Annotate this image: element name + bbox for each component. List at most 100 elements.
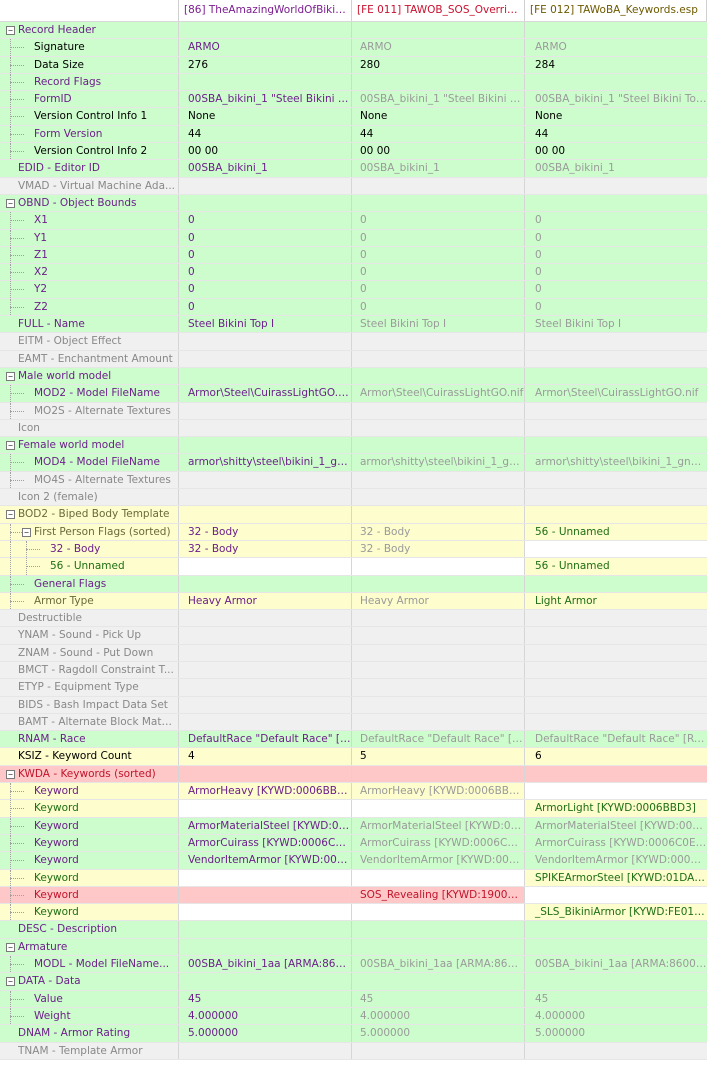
plugin-3-value-cell[interactable]: armor\shitty\steel\bikini_1_gnd....: [525, 454, 707, 471]
plugin-2-value-cell[interactable]: 5: [352, 748, 525, 765]
plugin-1-value-cell[interactable]: [179, 350, 352, 367]
column-header-plugin-1[interactable]: [86] TheAmazingWorldOfBikiniAr...: [179, 0, 352, 21]
plugin-3-value-cell[interactable]: [525, 765, 707, 783]
plugin-2-value-cell[interactable]: [352, 177, 525, 194]
field-name-cell[interactable]: EITM - Object Effect: [0, 333, 179, 350]
record-row[interactable]: EITM - Object Effect: [0, 333, 707, 351]
plugin-2-value-cell[interactable]: 00SBA_bikini_1: [352, 160, 525, 177]
plugin-2-value-cell[interactable]: 45: [352, 990, 525, 1007]
plugin-3-value-cell[interactable]: ARMO: [525, 39, 707, 56]
field-name-cell[interactable]: MO4S - Alternate Textures: [0, 471, 179, 489]
record-row[interactable]: Icon: [0, 419, 707, 438]
field-name-cell[interactable]: Keyword: [0, 834, 179, 852]
plugin-2-value-cell[interactable]: Armor\Steel\CuirassLightGO.nif: [352, 385, 525, 402]
plugin-1-value-cell[interactable]: [179, 886, 352, 904]
plugin-1-value-cell[interactable]: [179, 575, 352, 592]
plugin-3-value-cell[interactable]: 00SBA_bikini_1aa [ARMA:86003E...: [525, 956, 707, 973]
plugin-3-value-cell[interactable]: [525, 367, 707, 385]
record-row[interactable]: − Armature: [0, 938, 707, 957]
plugin-1-value-cell[interactable]: DefaultRace "Default Race" [RAC...: [179, 731, 352, 748]
plugin-2-value-cell[interactable]: [352, 558, 525, 575]
record-row[interactable]: Icon 2 (female): [0, 489, 707, 507]
plugin-1-value-cell[interactable]: [179, 679, 352, 696]
record-row[interactable]: − Female world model: [0, 437, 707, 455]
plugin-2-value-cell[interactable]: 00 00: [352, 143, 525, 160]
plugin-1-value-cell[interactable]: 32 - Body: [179, 523, 352, 540]
record-row[interactable]: − First Person Flags (sorted) 32 - Body 32 …: [0, 523, 707, 541]
plugin-2-value-cell[interactable]: SOS_Revealing [KYWD:190012DB]: [352, 886, 525, 904]
record-row[interactable]: DESC - Description: [0, 921, 707, 939]
record-row[interactable]: X1 0 0 0: [0, 212, 707, 230]
plugin-1-value-cell[interactable]: [179, 333, 352, 350]
plugin-1-value-cell[interactable]: [179, 696, 352, 713]
record-row[interactable]: Signature ARMO ARMO ARMO: [0, 39, 707, 57]
field-name-cell[interactable]: − First Person Flags (sorted): [0, 523, 179, 540]
field-name-cell[interactable]: − OBND - Object Bounds: [0, 194, 179, 212]
plugin-2-value-cell[interactable]: [352, 402, 525, 419]
plugin-2-value-cell[interactable]: [352, 938, 525, 956]
plugin-3-value-cell[interactable]: [525, 575, 707, 592]
field-name-cell[interactable]: Destructible: [0, 610, 179, 627]
plugin-2-value-cell[interactable]: 280: [352, 56, 525, 73]
field-name-cell[interactable]: BIDS - Bash Impact Data Set: [0, 696, 179, 713]
record-row[interactable]: ETYP - Equipment Type: [0, 679, 707, 697]
field-name-cell[interactable]: Weight: [0, 1007, 179, 1025]
plugin-3-value-cell[interactable]: 0: [525, 212, 707, 229]
record-row[interactable]: MO4S - Alternate Textures: [0, 471, 707, 490]
plugin-1-value-cell[interactable]: Steel Bikini Top I: [179, 316, 352, 333]
plugin-2-value-cell[interactable]: [352, 644, 525, 661]
plugin-2-value-cell[interactable]: 32 - Body: [352, 523, 525, 540]
record-row[interactable]: BMCT - Ragdoll Constraint T...: [0, 661, 707, 680]
field-name-cell[interactable]: − KWDA - Keywords (sorted): [0, 765, 179, 783]
plugin-2-value-cell[interactable]: [352, 575, 525, 592]
plugin-1-value-cell[interactable]: ArmorHeavy [KYWD:0006BBD2]: [179, 783, 352, 800]
plugin-1-value-cell[interactable]: [179, 22, 352, 39]
plugin-1-value-cell[interactable]: [179, 973, 352, 990]
plugin-2-value-cell[interactable]: [352, 661, 525, 679]
plugin-3-value-cell[interactable]: 284: [525, 56, 707, 73]
plugin-2-value-cell[interactable]: 5.000000: [352, 1025, 525, 1042]
plugin-2-value-cell[interactable]: [352, 22, 525, 39]
plugin-1-value-cell[interactable]: [179, 661, 352, 679]
plugin-1-value-cell[interactable]: [179, 627, 352, 644]
plugin-1-value-cell[interactable]: [179, 938, 352, 956]
plugin-3-value-cell[interactable]: _SLS_BikiniArmor [KYWD:FE0128...: [525, 904, 707, 921]
plugin-3-value-cell[interactable]: 6: [525, 748, 707, 765]
plugin-2-value-cell[interactable]: 0: [352, 246, 525, 264]
record-row[interactable]: − Record Header: [0, 22, 707, 40]
record-row[interactable]: Z2 0 0 0: [0, 298, 707, 317]
record-row[interactable]: MODL - Model FileName... 00SBA_bikini_1aa…: [0, 956, 707, 974]
plugin-1-value-cell[interactable]: 0: [179, 246, 352, 264]
field-name-cell[interactable]: RNAM - Race: [0, 731, 179, 748]
field-name-cell[interactable]: Value: [0, 990, 179, 1007]
collapse-toggle-icon[interactable]: −: [6, 977, 15, 987]
plugin-1-value-cell[interactable]: 0: [179, 264, 352, 281]
record-row[interactable]: − KWDA - Keywords (sorted): [0, 765, 707, 784]
column-header-plugin-3[interactable]: [FE 012] TAWoBA_Keywords.esp: [525, 0, 707, 21]
field-name-cell[interactable]: Keyword: [0, 869, 179, 886]
plugin-3-value-cell[interactable]: [525, 696, 707, 713]
plugin-2-value-cell[interactable]: [352, 904, 525, 921]
plugin-3-value-cell[interactable]: 0: [525, 281, 707, 298]
plugin-3-value-cell[interactable]: [525, 921, 707, 938]
plugin-2-value-cell[interactable]: [352, 627, 525, 644]
collapse-toggle-icon[interactable]: −: [6, 441, 15, 451]
record-row[interactable]: VMAD - Virtual Machine Ada...: [0, 177, 707, 195]
record-row[interactable]: − Male world model: [0, 367, 707, 386]
plugin-1-value-cell[interactable]: None: [179, 108, 352, 125]
collapse-toggle-icon[interactable]: −: [6, 371, 15, 381]
plugin-2-value-cell[interactable]: 0: [352, 212, 525, 229]
plugin-2-value-cell[interactable]: 4.000000: [352, 1007, 525, 1025]
plugin-2-value-cell[interactable]: DefaultRace "Default Race" [RAC...: [352, 731, 525, 748]
plugin-1-value-cell[interactable]: [179, 73, 352, 91]
plugin-1-value-cell[interactable]: [179, 800, 352, 817]
record-row[interactable]: MOD2 - Model FileName Armor\Steel\Cuirass…: [0, 385, 707, 403]
plugin-2-value-cell[interactable]: 32 - Body: [352, 540, 525, 558]
record-row[interactable]: Keyword ArmorLight [KYWD:0006BBD3]: [0, 800, 707, 818]
plugin-2-value-cell[interactable]: [352, 506, 525, 523]
plugin-3-value-cell[interactable]: [525, 886, 707, 904]
plugin-2-value-cell[interactable]: [352, 437, 525, 454]
field-name-cell[interactable]: Z2: [0, 298, 179, 316]
record-row[interactable]: TNAM - Template Armor: [0, 1042, 707, 1060]
plugin-3-value-cell[interactable]: [525, 402, 707, 419]
